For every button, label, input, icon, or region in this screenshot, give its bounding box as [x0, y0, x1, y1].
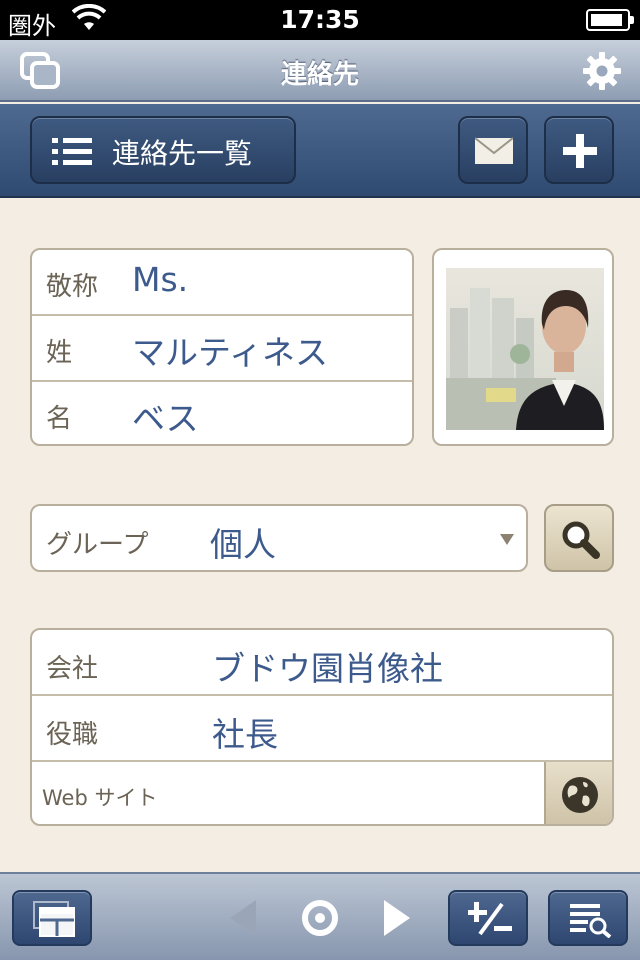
position-label: 役職 — [46, 720, 99, 750]
website-label: Web サイト — [42, 786, 158, 810]
gear-icon[interactable] — [582, 51, 622, 91]
photo-panel[interactable] — [432, 248, 614, 446]
contact-list-label: 連絡先一覧 — [112, 137, 253, 170]
status-bar: 圏外 17:35 — [0, 0, 640, 40]
group-label: グループ — [46, 530, 149, 560]
search-button[interactable] — [544, 504, 614, 572]
first-name-row[interactable]: 名 ベス — [32, 382, 412, 444]
globe-icon — [562, 777, 598, 813]
website-row[interactable]: Web サイト — [32, 762, 612, 824]
last-name-row[interactable]: 姓 マルティネス — [32, 316, 412, 382]
layout-icon — [33, 901, 75, 937]
contact-list-button[interactable]: 連絡先一覧 — [30, 116, 296, 184]
mail-icon — [475, 137, 513, 164]
add-button[interactable] — [544, 116, 614, 184]
group-value[interactable]: 個人 — [210, 518, 276, 566]
plus-minus-button[interactable] — [448, 890, 528, 946]
position-row[interactable]: 役職 社長 — [32, 696, 612, 762]
first-name-value[interactable]: ベス — [132, 392, 199, 440]
company-value[interactable]: ブドウ園肖像社 — [212, 642, 443, 690]
name-panel: 敬称 Ms. 姓 マルティネス 名 ベス — [30, 248, 414, 446]
next-arrow-icon[interactable] — [380, 898, 414, 938]
list-icon — [52, 138, 92, 165]
group-select[interactable]: グループ 個人 — [30, 504, 528, 572]
battery-icon — [586, 9, 634, 31]
find-button[interactable] — [548, 890, 628, 946]
layout-button[interactable] — [12, 890, 92, 946]
page-title: 連絡先 — [280, 60, 359, 90]
status-time: 17:35 — [280, 5, 360, 34]
title-label: 敬称 — [46, 272, 99, 302]
chevron-down-icon — [500, 534, 514, 545]
plus-icon — [563, 134, 597, 168]
nav-bar: 連絡先 — [0, 40, 640, 102]
find-icon — [570, 904, 612, 938]
plus-minus-icon — [468, 902, 512, 936]
last-name-label: 姓 — [46, 338, 73, 368]
open-website-button[interactable] — [544, 762, 612, 824]
company-panel: 会社 ブドウ園肖像社 役職 社長 Web サイト — [30, 628, 614, 826]
company-row[interactable]: 会社 ブドウ園肖像社 — [32, 630, 612, 696]
contact-photo — [446, 268, 604, 430]
title-row[interactable]: 敬称 Ms. — [32, 250, 412, 316]
search-icon — [562, 521, 600, 559]
first-name-label: 名 — [46, 404, 73, 434]
last-name-value[interactable]: マルティネス — [132, 326, 328, 374]
top-toolbar: 連絡先一覧 — [0, 104, 640, 198]
title-value[interactable]: Ms. — [132, 260, 188, 299]
record-icon[interactable] — [302, 900, 338, 936]
bottom-toolbar — [0, 872, 640, 960]
prev-arrow-icon[interactable] — [226, 898, 260, 938]
position-value[interactable]: 社長 — [212, 708, 278, 756]
mail-button[interactable] — [458, 116, 528, 184]
company-label: 会社 — [46, 654, 99, 684]
